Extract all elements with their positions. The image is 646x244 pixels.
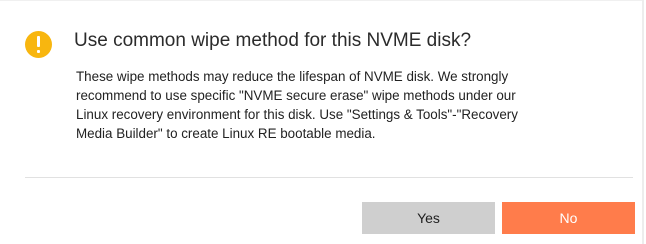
no-button[interactable]: No bbox=[502, 202, 635, 234]
dialog-top-edge bbox=[0, 0, 642, 1]
message-line: Linux recovery environment for this disk… bbox=[76, 107, 518, 122]
dialog-divider bbox=[25, 177, 633, 178]
message-line: Media Builder" to create Linux RE bootab… bbox=[76, 126, 376, 141]
dialog-message: These wipe methods may reduce the lifesp… bbox=[76, 67, 631, 143]
warning-icon-bar bbox=[37, 36, 40, 47]
message-line: recommend to use specific "NVME secure e… bbox=[76, 88, 516, 103]
message-line: These wipe methods may reduce the lifesp… bbox=[76, 69, 509, 84]
dialog-title: Use common wipe method for this NVME dis… bbox=[74, 30, 472, 51]
wipe-confirm-dialog: Use common wipe method for this NVME dis… bbox=[0, 0, 644, 244]
warning-icon bbox=[25, 31, 52, 58]
yes-button[interactable]: Yes bbox=[362, 202, 495, 234]
warning-icon-dot bbox=[37, 50, 40, 53]
